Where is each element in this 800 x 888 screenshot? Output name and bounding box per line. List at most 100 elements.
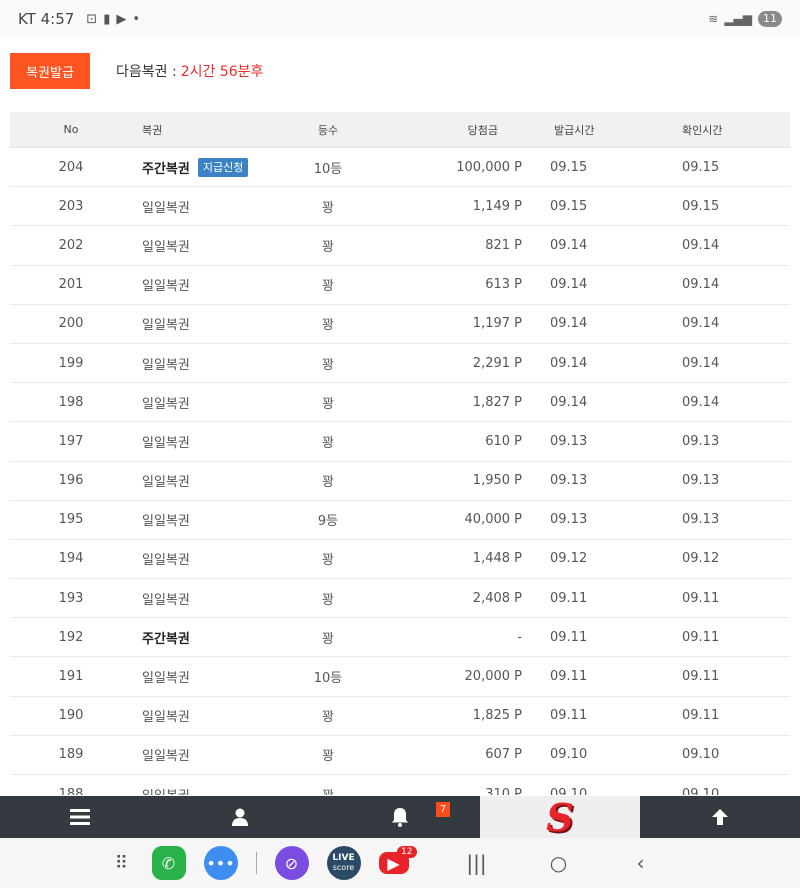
row-no: 203 [58,198,84,214]
issue-lottery-button[interactable]: 복권발급 [10,53,90,89]
phone-app-icon[interactable]: ✆ [151,846,186,880]
row-prize: 1,448 P [472,551,522,567]
row-rank: 10등 [313,671,343,687]
row-prize: 2,291 P [472,355,522,371]
header-no: No [63,123,79,136]
recents-button[interactable]: ||| [457,851,497,875]
table-row: 196 일일복권 꽝 1,950 P 09.13 09.13 [10,462,790,501]
row-no: 201 [58,277,84,293]
video-icon: ▶ [116,11,127,27]
row-issued: 09.13 [550,512,588,528]
row-prize: 613 P [485,277,522,293]
lottery-name: 일일복권 [142,200,190,216]
lottery-name: 주간복권 [142,631,190,647]
table-row: 197 일일복권 꽝 610 P 09.13 09.13 [10,422,790,462]
row-no: 196 [58,473,84,489]
row-issued: 09.11 [550,708,588,724]
carrier-time: KT 4:57 [18,10,75,28]
lottery-name: 일일복권 [142,592,190,608]
row-checked: 09.15 [682,198,720,214]
row-no: 191 [58,669,84,685]
back-button[interactable]: ‹ [621,851,661,875]
row-lottery: 일일복권 [132,236,272,255]
menu-button[interactable] [0,796,160,838]
lottery-name: 일일복권 [142,671,190,687]
lottery-name: 일일복권 [142,785,190,795]
row-checked: 09.14 [682,316,720,332]
row-issued: 09.14 [550,394,588,410]
row-checked: 09.13 [682,433,720,449]
row-lottery: 주간복권 [132,628,272,647]
row-rank: 꽝 [322,435,334,451]
row-issued: 09.13 [550,473,588,489]
row-prize: 1,950 P [472,473,522,489]
row-lottery: 일일복권 [132,197,272,216]
row-issued: 09.14 [550,316,588,332]
row-lottery: 일일복권 [132,471,272,490]
youtube-app-icon[interactable]: ▶ 12 [378,846,417,874]
status-bar: KT 4:57 ⊡ ▮ ▶ • ≋ ▂▄▆ 11 [0,0,800,38]
row-no: 188 [58,786,84,795]
battery-indicator: 11 [758,11,782,27]
table-row: 198 일일복권 꽝 1,827 P 09.14 09.14 [10,383,790,423]
row-prize: 20,000 P [464,669,522,685]
arrow-up-icon [712,809,728,825]
row-checked: 09.12 [682,551,720,567]
row-checked: 09.14 [682,277,720,293]
hamburger-icon [70,809,90,825]
row-checked: 09.11 [682,629,720,645]
row-rank: 9등 [317,514,339,530]
row-rank: 꽝 [322,318,334,334]
claim-button[interactable]: 지급신청 [197,157,249,177]
taskbar-apps: ⠿ ✆ ••• ⊘ LIVE score ▶ 12 [110,846,417,880]
row-rank: 꽝 [322,396,334,412]
row-no: 192 [58,629,84,645]
row-issued: 09.11 [550,590,588,606]
row-checked: 09.15 [682,159,720,175]
row-rank: 꽝 [322,279,334,295]
wifi-icon: ≋ [708,12,719,26]
lottery-name: 일일복권 [142,435,190,451]
site-logo[interactable]: S [480,795,640,840]
screenshot-icon: ⊡ [86,11,98,27]
row-checked: 09.11 [682,708,720,724]
row-checked: 09.11 [682,669,720,685]
row-checked: 09.13 [682,473,720,489]
internet-app-icon[interactable]: ⊘ [274,846,309,880]
table-row: 203 일일복권 꽝 1,149 P 09.15 09.15 [10,187,790,227]
row-checked: 09.14 [682,394,720,410]
lottery-table: No 복권 등수 당첨금 발급시간 확인시간 204 주간복권 지급신청 10등 100… [10,112,790,795]
row-checked: 09.10 [682,786,720,795]
livescore-app-icon[interactable]: LIVE score [326,846,361,880]
row-no: 200 [58,316,84,332]
scroll-top-button[interactable] [640,796,800,838]
row-no: 197 [58,433,84,449]
lottery-name: 일일복권 [142,749,190,765]
table-body: 204 주간복권 지급신청 10등 100,000 P 09.15 09.15 203 일일복권… [10,148,790,795]
app-drawer-icon[interactable]: ⠿ [110,846,134,880]
table-row: 199 일일복권 꽝 2,291 P 09.14 09.14 [10,344,790,384]
status-icons: ≋ ▂▄▆ 11 [708,11,782,27]
row-rank: 꽝 [322,239,334,255]
header-issued: 발급시간 [554,123,595,137]
table-row: 193 일일복권 꽝 2,408 P 09.11 09.11 [10,579,790,619]
lottery-name: 주간복권 [142,161,190,177]
table-row: 188일일복권꽝310 P09.1009.10 [10,775,790,795]
table-row: 204 주간복권 지급신청 10등 100,000 P 09.15 09.15 [10,148,790,188]
profile-button[interactable] [160,796,320,838]
table-row: 200 일일복권 꽝 1,197 P 09.14 09.14 [10,305,790,344]
row-prize: 310 P [485,786,522,795]
lottery-name: 일일복권 [142,318,190,334]
notifications-button[interactable]: 7 [320,796,480,838]
row-issued: 09.11 [550,629,588,645]
home-button[interactable]: ○ [539,851,579,875]
lottery-name: 일일복권 [142,553,190,569]
next-lottery-countdown: 2시간 56분후 [180,64,264,80]
next-lottery-label: 다음복권 : [116,64,177,80]
row-no: 198 [58,394,84,410]
row-prize: 1,197 P [472,316,522,332]
row-rank: 꽝 [322,357,334,373]
messages-app-icon[interactable]: ••• [203,846,238,880]
row-rank: 꽝 [322,710,334,726]
page: KT 4:57 ⊡ ▮ ▶ • ≋ ▂▄▆ 11 복권발급 다음복권 : 2시간… [0,0,800,888]
